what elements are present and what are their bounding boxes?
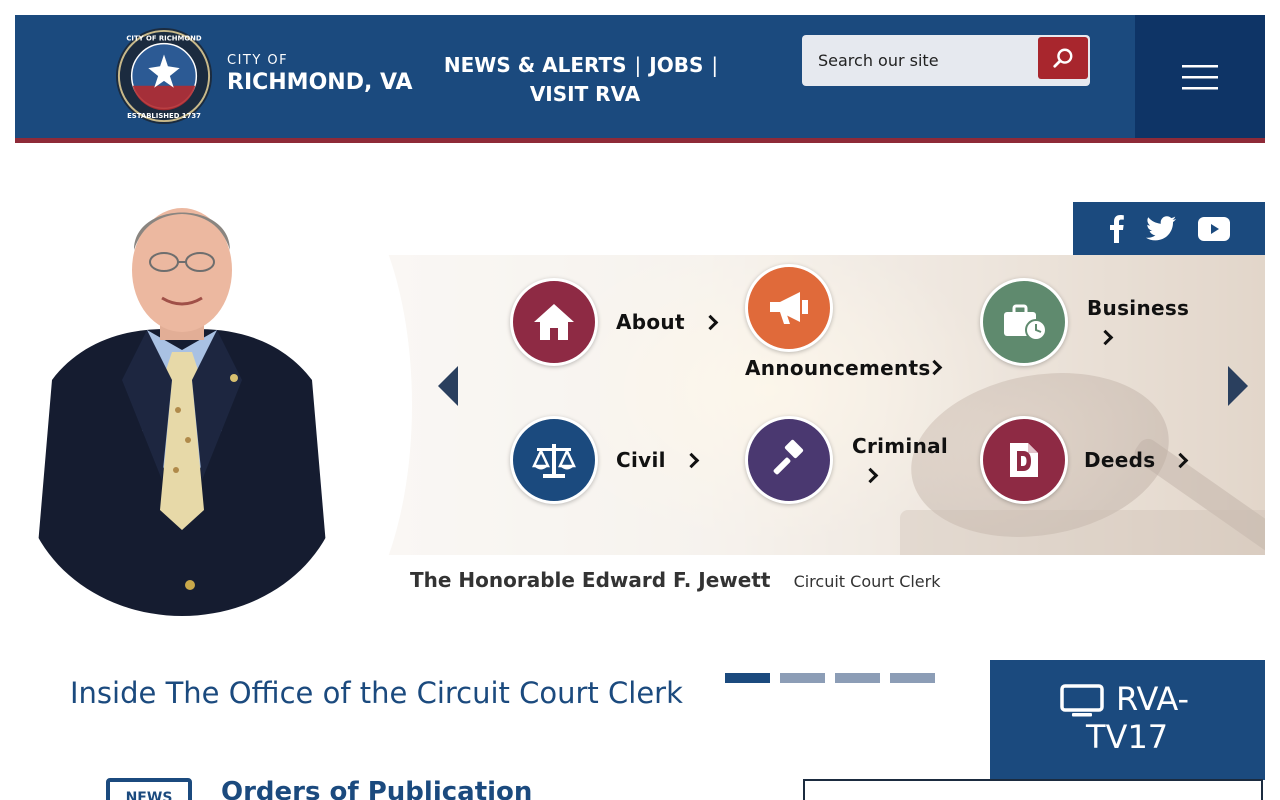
carousel-prev-button[interactable] [434,364,464,408]
menu-button[interactable] [1135,15,1265,138]
tile-about-label: About [616,310,685,334]
rva-tv-thumbnail[interactable] [803,779,1263,800]
tile-announcements[interactable]: Announcements [745,264,965,384]
top-navigation: NEWS & ALERTS | JOBS | VISIT RVA [435,51,735,109]
tile-business-circle [980,278,1068,366]
search-input[interactable] [802,35,1037,86]
facebook-icon[interactable] [1108,214,1124,243]
site-brand[interactable]: CITY OF RICHMOND, VA [227,53,413,95]
tile-business-label: Business [1087,296,1190,320]
tile-about-circle [510,278,598,366]
tile-criminal[interactable]: Criminal [745,416,955,511]
tile-business[interactable]: Business [980,278,1190,373]
site-search [802,35,1090,86]
home-icon [534,304,574,340]
brand-big-text: RICHMOND, VA [227,70,413,95]
tile-civil-circle [510,416,598,504]
rva-line-2: TV17 [1086,718,1169,756]
tile-deeds[interactable]: Deeds [980,416,1189,504]
carousel-dot[interactable] [780,673,825,683]
tile-criminal-circle [745,416,833,504]
social-links [1073,202,1265,255]
nav-separator: | [711,53,719,77]
tile-deeds-circle [980,416,1068,504]
scales-icon [532,444,576,478]
gavel-icon [773,439,804,475]
carousel-dot[interactable] [725,673,770,683]
chevron-right-icon [702,314,719,330]
briefcase-clock-icon [1004,304,1047,341]
chevron-right-icon [1228,366,1248,406]
clerk-portrait [22,180,342,616]
tile-announcements-label: Announcements [745,356,931,380]
hamburger-icon [1182,64,1218,89]
seal-bottom-text: ESTABLISHED 1737 [127,112,201,120]
carousel-dot[interactable] [835,673,880,683]
carousel-next-button[interactable] [1222,364,1252,408]
tile-civil-label: Civil [616,448,666,472]
chevron-right-icon [862,467,879,484]
section-title: Inside The Office of the Circuit Court C… [70,676,683,710]
search-button[interactable] [1038,37,1088,79]
nav-separator: | [634,53,642,77]
seal-top-text: CITY OF RICHMOND [126,35,202,43]
page: CITY OF RICHMOND ESTABLISHED 1737 CITY O… [0,0,1280,800]
chevron-right-icon [1173,452,1189,468]
chevron-left-icon [438,366,458,406]
tile-criminal-label: Criminal [852,434,949,458]
carousel-indicators [725,673,935,683]
rva-line-1: RVA- [1116,680,1190,718]
carousel-dot[interactable] [890,673,935,683]
nav-visit-rva[interactable]: VISIT RVA [530,82,640,106]
brand-small-text: CITY OF [227,53,289,68]
rva-tv17-panel[interactable]: RVA- TV17 [990,660,1265,780]
rva-tv17-label: RVA- TV17 [1086,680,1189,756]
city-seal-logo[interactable]: CITY OF RICHMOND ESTABLISHED 1737 [115,27,213,125]
orders-of-publication-link[interactable]: Orders of Publication [221,777,532,800]
search-icon [1053,48,1073,68]
tile-about[interactable]: About [510,278,719,366]
site-header: CITY OF RICHMOND ESTABLISHED 1737 CITY O… [15,15,1265,143]
hero-curve-mask [340,255,412,555]
megaphone-icon [770,292,808,324]
portrait-caption: The Honorable Edward F. Jewett Circuit C… [410,568,941,592]
chevron-right-icon [1097,329,1114,346]
news-badge-icon: NEWS [106,778,192,800]
deed-document-icon [1010,443,1038,477]
youtube-icon[interactable] [1198,216,1230,241]
tile-announcements-circle [745,264,833,352]
chevron-right-icon [683,452,700,468]
twitter-icon[interactable] [1146,216,1176,241]
clerk-name: The Honorable Edward F. Jewett [410,568,771,592]
nav-jobs[interactable]: JOBS [649,53,703,77]
tile-civil[interactable]: Civil [510,416,700,504]
tile-deeds-label: Deeds [1084,448,1156,472]
clerk-role: Circuit Court Clerk [793,572,941,591]
nav-news-alerts[interactable]: NEWS & ALERTS [444,53,627,77]
